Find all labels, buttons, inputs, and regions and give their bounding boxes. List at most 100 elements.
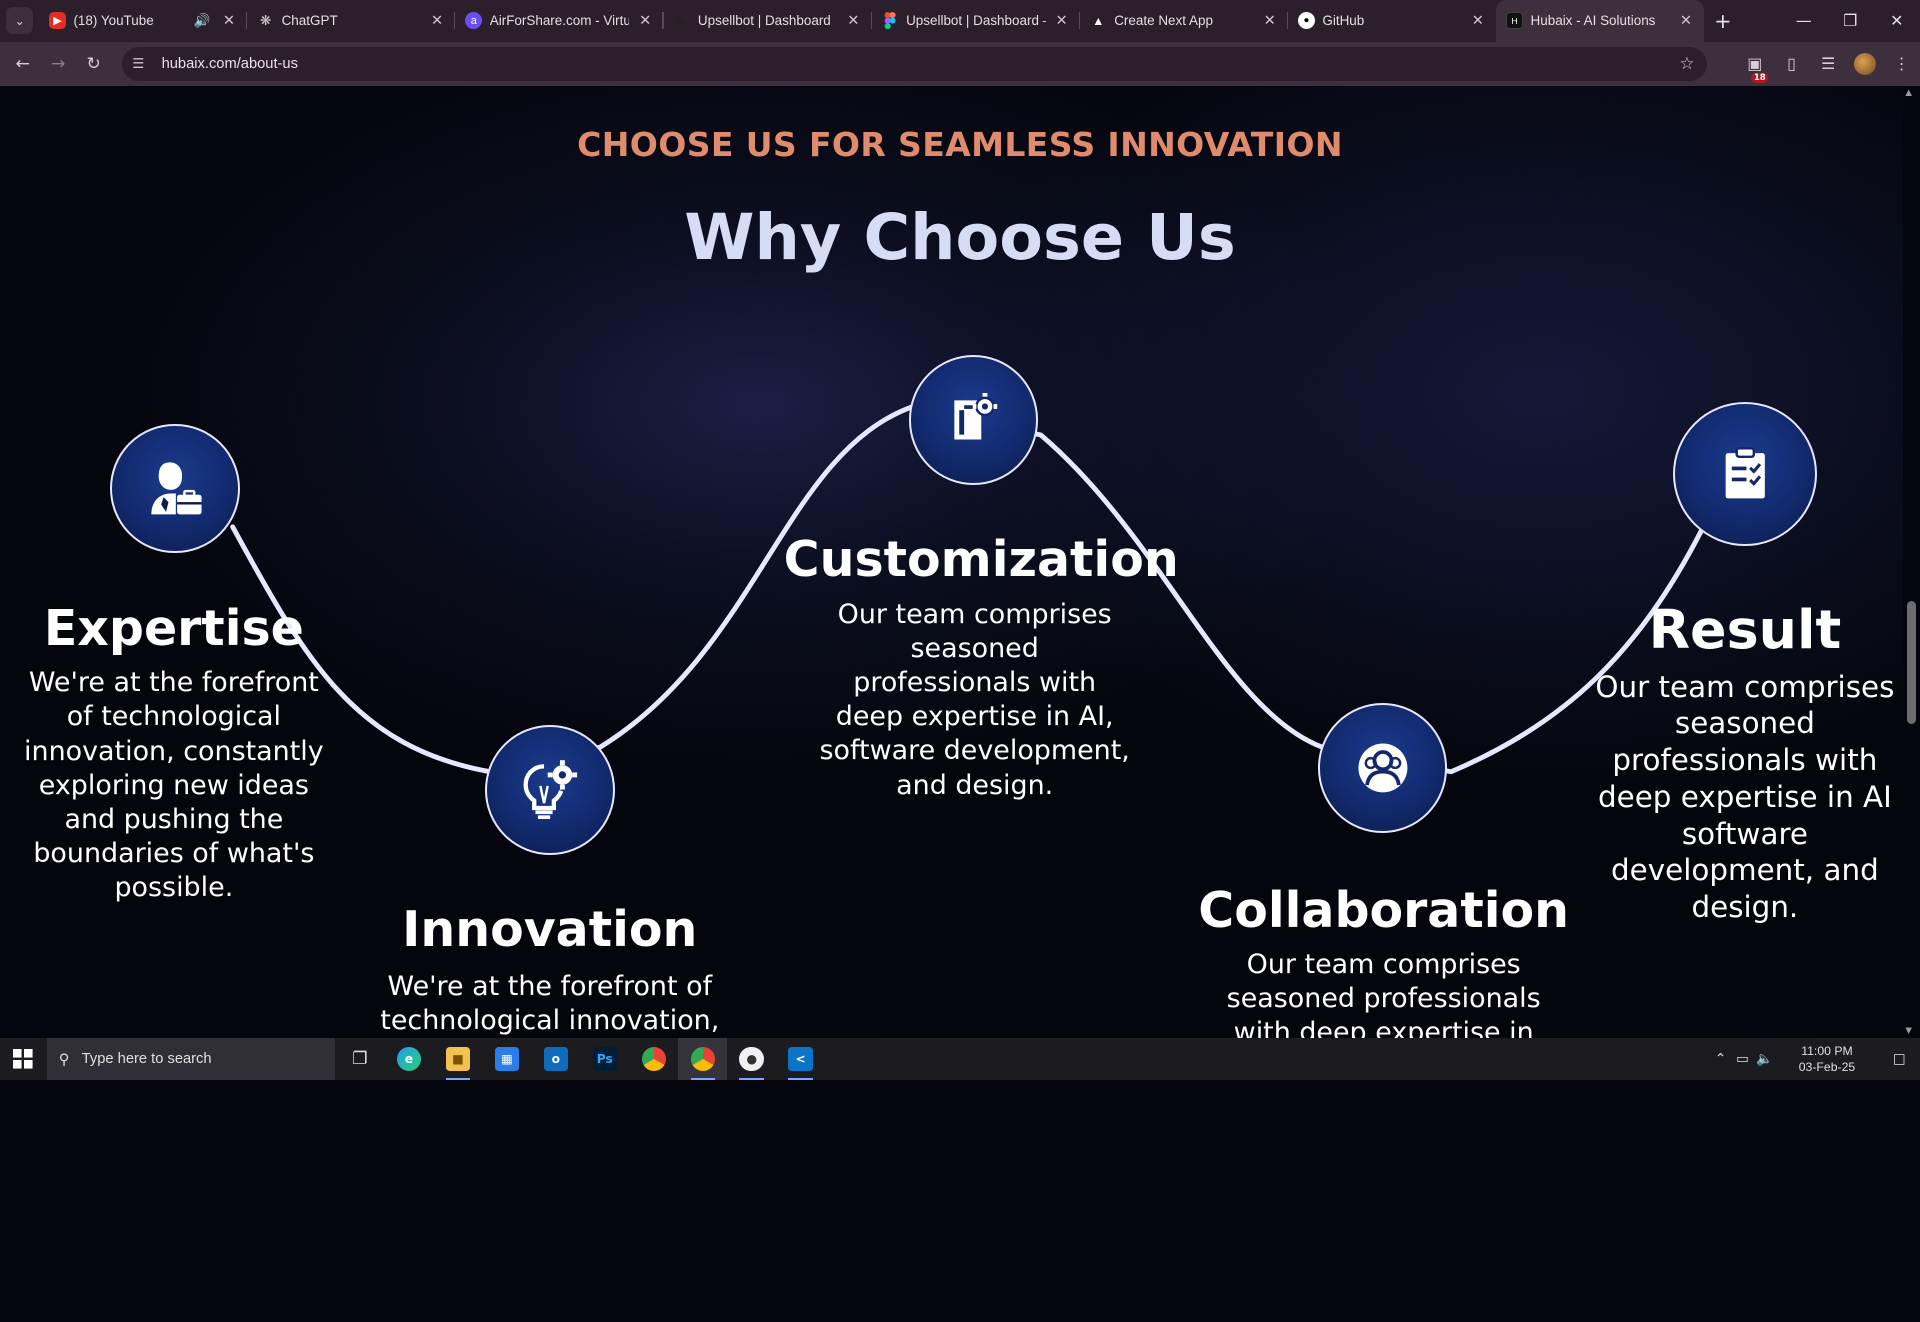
windows-start-icon[interactable] — [0, 1038, 47, 1080]
profile-avatar[interactable] — [1847, 53, 1884, 75]
feature-description: Our team comprises seasoned professional… — [818, 598, 1131, 803]
search-icon: ⚲ — [59, 1051, 70, 1068]
chrome-profile-icon[interactable] — [678, 1038, 727, 1080]
taskbar-search-box[interactable]: ⚲ Type here to search — [47, 1038, 336, 1080]
reload-icon[interactable]: ↻ — [76, 46, 112, 82]
window-controls: — ❐ ✕ — [1780, 0, 1920, 42]
close-icon[interactable]: ✕ — [220, 12, 237, 29]
speaker-icon[interactable]: 🔊 — [194, 13, 211, 29]
tab-title: GitHub — [1322, 13, 1462, 28]
tray-chevron-up-icon[interactable]: ⌃ — [1709, 1052, 1731, 1067]
feature-description: Our team comprises seasoned professional… — [1577, 669, 1913, 926]
media-control-icon[interactable]: ☰ — [1810, 54, 1847, 73]
tab-chatgpt[interactable]: ❋ ChatGPT ✕ — [247, 0, 455, 42]
tab-airforshare[interactable]: a AirForShare.com - Virtual ✕ — [455, 0, 663, 42]
close-window-icon[interactable]: ✕ — [1874, 0, 1920, 42]
tab-search-button[interactable]: ⌄ — [0, 0, 39, 42]
volume-icon[interactable]: 🔈 — [1754, 1052, 1776, 1067]
address-bar[interactable]: ☰ hubaix.com/about-us ☆ — [122, 47, 1707, 81]
close-icon[interactable]: ✕ — [845, 12, 862, 29]
lightbulb-gear-icon — [522, 759, 578, 820]
extension-badge-count: 18 — [1751, 73, 1768, 83]
extensions-puzzle-icon[interactable]: ▯ — [1773, 54, 1810, 73]
store-icon[interactable]: ▦ — [482, 1038, 531, 1080]
system-tray: ⌃ ▭ 🔈 11:00 PM 03-Feb-25 □ — [1709, 1038, 1920, 1080]
windows-taskbar: ⚲ Type here to search ❐ e ■ ▦ o Ps ● < ⌃… — [0, 1038, 1920, 1080]
next-icon: ▲ — [1090, 12, 1107, 29]
close-icon[interactable]: ✕ — [637, 12, 654, 29]
new-tab-button[interactable]: + — [1704, 0, 1741, 42]
tab-title: (18) YouTube — [73, 13, 186, 28]
network-icon[interactable]: ▭ — [1731, 1052, 1753, 1067]
photoshop-icon[interactable]: Ps — [580, 1038, 629, 1080]
tab-hubaix[interactable]: H Hubaix - AI Solutions ✕ — [1496, 0, 1704, 42]
search-placeholder: Type here to search — [82, 1051, 212, 1067]
close-icon[interactable]: ✕ — [429, 12, 446, 29]
chrome-canary-icon[interactable]: ● — [727, 1038, 776, 1080]
feature-title: Customization — [784, 531, 1164, 588]
menu-kebab-icon[interactable]: ⋮ — [1883, 54, 1920, 73]
tab-strip: ⌄ ▶ (18) YouTube 🔊 ✕ ❋ ChatGPT ✕ a AirFo… — [0, 0, 1920, 42]
tab-title: Upsellbot | Dashboard — [698, 13, 838, 28]
scrollbar-thumb[interactable] — [1907, 601, 1917, 723]
close-icon[interactable]: ✕ — [1261, 12, 1278, 29]
close-icon[interactable]: ✕ — [1053, 12, 1070, 29]
youtube-icon: ▶ — [49, 12, 66, 29]
tab-title: Hubaix - AI Solutions — [1531, 13, 1671, 28]
back-arrow-icon[interactable]: ← — [5, 46, 41, 82]
tab-upsellbot[interactable]: ▶ Upsellbot | Dashboard ✕ — [664, 0, 872, 42]
close-icon[interactable]: ✕ — [1678, 12, 1695, 29]
tab-title: ChatGPT — [282, 13, 422, 28]
taskbar-clock[interactable]: 11:00 PM 03-Feb-25 — [1776, 1043, 1879, 1076]
feature-title: Collaboration — [1188, 882, 1580, 939]
clipboard-check-icon — [1722, 447, 1769, 501]
file-explorer-icon[interactable]: ■ — [433, 1038, 482, 1080]
scroll-up-icon[interactable]: ▲ — [1905, 88, 1912, 98]
expertise-node — [110, 424, 240, 554]
feature-title: Result — [1580, 598, 1911, 661]
upsellbot-icon: ▶ — [673, 12, 690, 29]
browser-toolbar: ← → ↻ ☰ hubaix.com/about-us ☆ ▣18 ▯ ☰ ⋮ — [0, 42, 1920, 86]
figma-icon — [882, 12, 899, 29]
chrome-icon[interactable] — [629, 1038, 678, 1080]
tab-youtube[interactable]: ▶ (18) YouTube 🔊 ✕ — [39, 0, 247, 42]
page-scrollbar[interactable]: ▲ ▼ — [1903, 86, 1920, 1039]
feature-description: Our team comprises seasoned professional… — [1225, 948, 1543, 1039]
document-gear-icon — [947, 393, 1001, 447]
task-view-icon[interactable]: ❐ — [335, 1038, 384, 1080]
restore-icon[interactable]: ❐ — [1827, 0, 1874, 42]
scroll-down-icon[interactable]: ▼ — [1905, 1026, 1912, 1036]
screen: ⌄ ▶ (18) YouTube 🔊 ✕ ❋ ChatGPT ✕ a AirFo… — [0, 0, 1920, 1080]
tab-title: Upsellbot | Dashboard – F — [906, 13, 1046, 28]
tab-create-next-app[interactable]: ▲ Create Next App ✕ — [1080, 0, 1288, 42]
tab-title: AirForShare.com - Virtual — [490, 13, 630, 28]
url-text: hubaix.com/about-us — [162, 56, 298, 72]
team-users-icon — [1356, 741, 1410, 795]
tab-upsellbot-figma[interactable]: Upsellbot | Dashboard – F ✕ — [872, 0, 1080, 42]
expert-briefcase-icon — [144, 458, 205, 519]
bookmark-star-icon[interactable]: ☆ — [1679, 53, 1694, 74]
feature-title: Expertise — [0, 600, 348, 657]
feature-title: Innovation — [365, 901, 735, 958]
clock-date: 03-Feb-25 — [1776, 1059, 1879, 1076]
feature-description: We're at the forefront of technological … — [380, 970, 720, 1038]
hubaix-icon: H — [1506, 12, 1523, 29]
outlook-icon[interactable]: o — [531, 1038, 580, 1080]
airforshare-icon: a — [465, 12, 482, 29]
vscode-icon[interactable]: < — [776, 1038, 825, 1080]
page-viewport: CHOOSE US FOR SEAMLESS INNOVATION Why Ch… — [0, 86, 1920, 1039]
result-node — [1673, 402, 1817, 546]
site-settings-icon[interactable]: ☰ — [132, 56, 156, 72]
notifications-icon[interactable]: □ — [1878, 1052, 1920, 1067]
tab-github[interactable]: ● GitHub ✕ — [1288, 0, 1496, 42]
minimize-icon[interactable]: — — [1780, 0, 1827, 42]
extension-badge-icon[interactable]: ▣18 — [1736, 54, 1773, 73]
close-icon[interactable]: ✕ — [1469, 12, 1486, 29]
customization-node — [909, 355, 1039, 485]
innovation-node — [485, 725, 615, 855]
chatgpt-icon: ❋ — [257, 12, 274, 29]
edge-icon[interactable]: e — [384, 1038, 433, 1080]
github-icon: ● — [1298, 12, 1315, 29]
forward-arrow-icon[interactable]: → — [40, 46, 76, 82]
chevron-down-icon: ⌄ — [6, 7, 33, 34]
